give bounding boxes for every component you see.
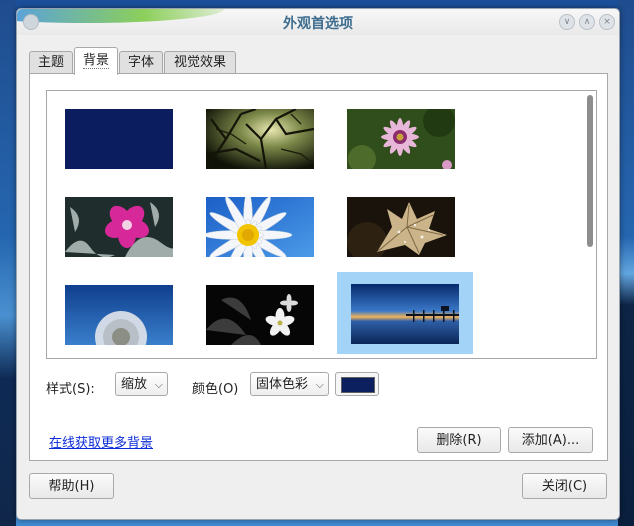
close-button[interactable]: 关闭(C) bbox=[522, 473, 607, 499]
desktop-background-right bbox=[618, 0, 634, 526]
style-select[interactable]: 缩放 ⌵ bbox=[115, 372, 168, 396]
close-window-button[interactable]: × bbox=[599, 14, 615, 30]
solid-dark-blue-image bbox=[65, 109, 173, 169]
help-button[interactable]: 帮助(H) bbox=[29, 473, 114, 499]
gallery-scrollbar-thumb[interactable] bbox=[587, 95, 593, 247]
white-daisy-blue-sky-image bbox=[206, 197, 314, 257]
wallpaper-thumbnail[interactable] bbox=[329, 179, 465, 261]
style-label: 样式(S): bbox=[46, 382, 95, 397]
color-label: 颜色(O) bbox=[192, 382, 239, 397]
window-title: 外观首选项 bbox=[283, 16, 353, 32]
wallpaper-thumbnail[interactable] bbox=[47, 179, 183, 261]
wallpaper-thumbnail[interactable] bbox=[188, 91, 324, 173]
chevron-down-icon: ⌵ bbox=[315, 378, 324, 391]
pink-daisy-image bbox=[347, 109, 455, 169]
get-more-backgrounds-link[interactable]: 在线获取更多背景 bbox=[49, 432, 153, 451]
color-picker-button[interactable] bbox=[335, 372, 379, 396]
delete-button[interactable]: 删除(R) bbox=[417, 427, 501, 453]
maximize-button[interactable]: ∧ bbox=[579, 14, 595, 30]
gallery-scrollbar[interactable] bbox=[584, 91, 596, 358]
autumn-leaf-raindrops-image bbox=[347, 197, 455, 257]
chevron-down-icon: ⌵ bbox=[154, 378, 163, 391]
pier-at-dusk-image bbox=[351, 284, 459, 344]
wallpaper-thumbnail[interactable] bbox=[47, 91, 183, 173]
dandelion-image bbox=[65, 285, 173, 345]
title-bar[interactable]: 外观首选项 ∨ ∧ × bbox=[17, 9, 619, 35]
add-button[interactable]: 添加(A)... bbox=[508, 427, 593, 453]
white-flowers-dark-image bbox=[206, 285, 314, 345]
color-mode-select[interactable]: 固体色彩 ⌵ bbox=[250, 372, 329, 396]
desktop-background-left bbox=[0, 0, 16, 526]
wallpaper-gallery[interactable] bbox=[46, 90, 597, 359]
wallpaper-thumbnail[interactable] bbox=[329, 91, 465, 173]
color-swatch bbox=[341, 377, 375, 393]
pink-flower-frost-image bbox=[65, 197, 173, 257]
background-tab-panel: 样式(S): 缩放 ⌵ 颜色(O) 固体色彩 ⌵ 在线获取更多背景 删除(R) … bbox=[29, 73, 608, 461]
minimize-button[interactable]: ∨ bbox=[559, 14, 575, 30]
tab-background[interactable]: 背景 bbox=[74, 47, 118, 75]
wallpaper-thumbnail[interactable] bbox=[47, 267, 183, 349]
appearance-preferences-window: 外观首选项 ∨ ∧ × 主题 背景 字体 视觉效果 样式(S): 缩放 ⌵ 颜色… bbox=[16, 8, 620, 520]
tab-theme[interactable]: 主题 bbox=[29, 51, 73, 74]
wallpaper-thumbnail[interactable] bbox=[188, 179, 324, 261]
wallpaper-thumbnail-selected[interactable] bbox=[337, 272, 473, 354]
tree-canopy-image bbox=[206, 109, 314, 169]
wallpaper-thumbnail[interactable] bbox=[188, 267, 324, 349]
tab-visual-effects[interactable]: 视觉效果 bbox=[164, 51, 236, 74]
tab-fonts[interactable]: 字体 bbox=[119, 51, 163, 74]
